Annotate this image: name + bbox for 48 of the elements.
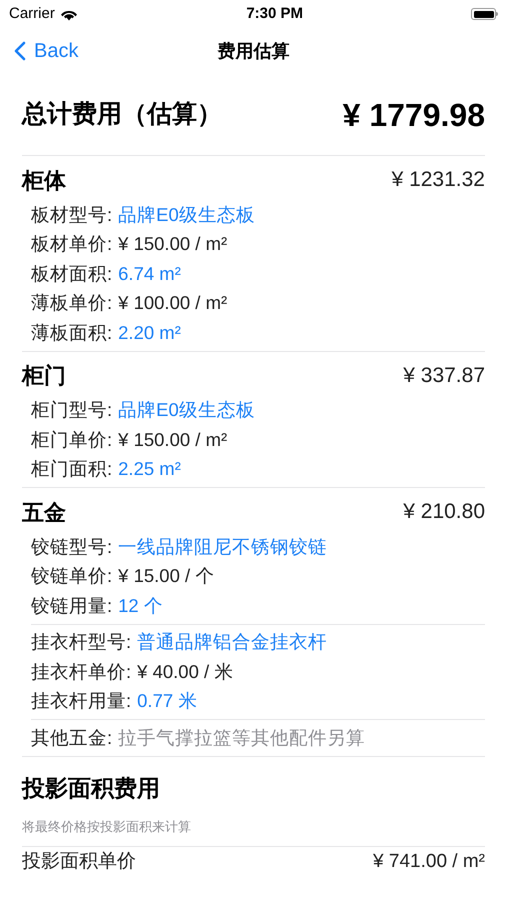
field-label: 薄板单价: xyxy=(31,291,112,316)
field-value: 2.25 m² xyxy=(118,457,181,482)
field-value: ¥ 15.00 / 个 xyxy=(118,564,214,588)
section-title: 柜门 xyxy=(22,362,66,390)
field-value: 普通品牌铝合金挂衣杆 xyxy=(137,630,328,654)
field-label: 铰链单价: xyxy=(31,564,112,588)
field-value: 0.77 米 xyxy=(137,689,198,714)
field-label: 挂衣杆用量: xyxy=(31,689,132,714)
section-amount: ¥ 337.87 xyxy=(403,362,485,389)
total-label: 总计费用（估算） xyxy=(22,98,222,130)
status-time: 7:30 PM xyxy=(246,4,304,24)
section-amount: ¥ 1231.32 xyxy=(392,167,485,194)
field-value: 12 个 xyxy=(118,594,163,618)
field-label: 板材面积: xyxy=(31,262,112,286)
field-label: 柜门型号: xyxy=(31,398,112,422)
field-value: 品牌E0级生态板 xyxy=(118,398,255,422)
field-value: ¥ 100.00 / m² xyxy=(118,291,228,316)
battery-icon xyxy=(471,8,498,20)
section-amount: ¥ 210.80 xyxy=(403,499,485,526)
total-amount: ¥ 1779.98 xyxy=(342,96,485,134)
section-note: 将最终价格按投影面积来计算 xyxy=(22,806,485,847)
field-label: 铰链型号: xyxy=(31,534,112,559)
field-label: 板材型号: xyxy=(31,202,112,227)
field-label: 板材单价: xyxy=(31,232,112,256)
field-label: 其他五金: xyxy=(31,726,112,750)
field-value: ¥ 150.00 / m² xyxy=(118,428,228,452)
field-label: 铰链用量: xyxy=(31,594,112,618)
chevron-left-icon xyxy=(14,41,26,61)
field-label: 柜门面积: xyxy=(31,457,112,482)
field-label: 投影面积单价 xyxy=(22,850,136,874)
field-label: 挂衣杆型号: xyxy=(31,630,132,654)
field-value: ¥ 40.00 / 米 xyxy=(137,660,234,684)
field-value: 拉手气撑拉篮等其他配件另算 xyxy=(118,726,366,750)
field-value: ¥ 150.00 / m² xyxy=(118,232,228,256)
field-label: 薄板面积: xyxy=(31,320,112,345)
field-value: 2.20 m² xyxy=(118,320,181,345)
field-value: 一线品牌阻尼不锈钢铰链 xyxy=(118,534,328,559)
back-button[interactable]: Back xyxy=(14,36,78,66)
field-value: 品牌E0级生态板 xyxy=(118,202,255,227)
field-label: 柜门单价: xyxy=(31,428,112,452)
field-value: 6.74 m² xyxy=(118,262,181,286)
carrier-label: Carrier xyxy=(9,4,55,24)
section-title: 五金 xyxy=(22,498,66,526)
field-label: 挂衣杆单价: xyxy=(31,660,132,684)
field-value: ¥ 741.00 / m² xyxy=(373,850,485,874)
section-title: 投影面积费用 xyxy=(22,774,161,802)
section-title: 柜体 xyxy=(22,166,66,194)
nav-title: 费用估算 xyxy=(218,40,290,62)
